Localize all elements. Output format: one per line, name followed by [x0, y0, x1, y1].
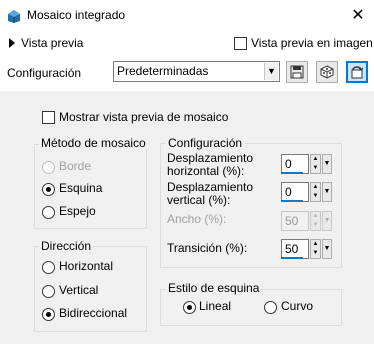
horizontal-offset-label: Desplazamiento horizontal (%): [167, 151, 254, 178]
radio-lineal[interactable] [183, 301, 196, 314]
transition-input[interactable]: 50 [281, 239, 309, 259]
transition-label: Transición (%): [167, 241, 248, 255]
transition-spinner[interactable]: ▲ ▼ [310, 239, 321, 259]
radio-horizontal-label[interactable]: Horizontal [59, 259, 113, 273]
transition-dropdown[interactable]: ▼ [322, 239, 332, 259]
width-input: 50 [281, 211, 309, 231]
randomize-button[interactable] [316, 61, 338, 83]
radio-vertical[interactable] [42, 285, 55, 298]
vertical-offset-slider[interactable] [281, 200, 303, 202]
radio-horizontal[interactable] [42, 261, 55, 274]
random-dice-icon [320, 65, 334, 79]
vertical-offset-label: Desplazamiento vertical (%): [167, 180, 254, 207]
radio-espejo-label[interactable]: Espejo [59, 204, 96, 218]
radio-curvo-label[interactable]: Curvo [281, 299, 313, 313]
radio-curvo[interactable] [264, 301, 277, 314]
preview-in-image-checkbox[interactable] [234, 37, 247, 50]
width-spinner: ▲ ▼ [310, 211, 321, 231]
width-label: Ancho (%): [167, 212, 227, 226]
direction-title: Dirección [39, 239, 94, 253]
vertical-offset-dropdown[interactable]: ▼ [322, 182, 332, 202]
show-tile-preview-checkbox[interactable] [42, 111, 55, 124]
radio-esquina[interactable] [42, 183, 55, 196]
config-label: Configuración [7, 66, 82, 80]
radio-borde [42, 161, 55, 174]
save-icon [290, 65, 304, 79]
preview-toggle-label[interactable]: Vista previa [21, 36, 83, 50]
radio-esquina-label[interactable]: Esquina [59, 181, 102, 195]
horizontal-offset-input[interactable]: 0 [281, 154, 309, 174]
horizontal-offset-dropdown[interactable]: ▼ [322, 154, 332, 174]
horizontal-offset-spinner[interactable]: ▲ ▼ [310, 154, 321, 174]
show-tile-preview-label[interactable]: Mostrar vista previa de mosaico [59, 110, 228, 124]
radio-bidireccional-label[interactable]: Bidireccional [59, 306, 127, 320]
chevron-down-icon[interactable]: ▼ [264, 63, 278, 80]
save-preset-button[interactable] [286, 61, 308, 83]
preview-in-image-label[interactable]: Vista previa en imagen [251, 36, 373, 50]
tile-method-title: Método de mosaico [39, 136, 148, 150]
preset-select-value: Predeterminadas [117, 64, 209, 78]
radio-borde-label: Borde [59, 159, 92, 173]
window-title: Mosaico integrado [27, 8, 126, 22]
expand-arrow-icon[interactable] [9, 38, 15, 48]
radio-espejo[interactable] [42, 206, 55, 219]
reset-icon [351, 66, 364, 79]
radio-lineal-label[interactable]: Lineal [199, 299, 231, 313]
close-button[interactable]: ✕ [346, 4, 370, 28]
vertical-offset-input[interactable]: 0 [281, 182, 309, 202]
app-icon [6, 8, 22, 24]
width-dropdown: ▼ [322, 211, 332, 231]
transition-slider[interactable] [281, 257, 303, 259]
corner-style-title: Estilo de esquina [166, 281, 262, 295]
settings-title: Configuración [166, 136, 245, 150]
reset-defaults-button[interactable] [346, 61, 368, 83]
vertical-offset-spinner[interactable]: ▲ ▼ [310, 182, 321, 202]
radio-bidireccional[interactable] [42, 308, 55, 321]
radio-vertical-label[interactable]: Vertical [59, 283, 98, 297]
horizontal-offset-slider[interactable] [281, 172, 303, 174]
